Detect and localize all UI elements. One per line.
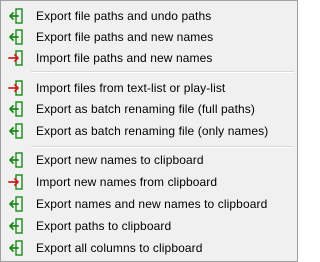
menu-item-label: Export file paths and new names	[36, 30, 214, 44]
menu-item-label: Export file paths and undo paths	[36, 9, 212, 23]
menu-item-label: Export as batch renaming file (full path…	[36, 102, 255, 116]
export-import-context-menu: Export file paths and undo paths Export …	[0, 0, 298, 262]
export-arrow-icon	[9, 29, 23, 45]
export-arrow-icon	[9, 123, 23, 139]
export-arrow-icon	[9, 8, 23, 24]
import-arrow-icon	[8, 174, 23, 190]
menu-item-import-new-names-clipboard[interactable]: Import new names from clipboard	[3, 171, 295, 193]
menu-item-label: Export names and new names to clipboard	[36, 197, 268, 211]
export-arrow-icon	[9, 240, 23, 256]
menu-item-export-all-columns-clipboard[interactable]: Export all columns to clipboard	[3, 237, 295, 259]
menu-item-export-names-and-new-names-clipboard[interactable]: Export names and new names to clipboard	[3, 193, 295, 215]
menu-item-label: Export as batch renaming file (only name…	[36, 124, 269, 138]
menu-item-export-file-paths-new-names[interactable]: Export file paths and new names	[3, 26, 295, 48]
menu-item-export-batch-only-names[interactable]: Export as batch renaming file (only name…	[3, 120, 295, 142]
export-arrow-icon	[9, 101, 23, 117]
menu-item-export-batch-full-paths[interactable]: Export as batch renaming file (full path…	[3, 98, 295, 120]
menu-item-import-files-from-text-list[interactable]: Import files from text-list or play-list	[3, 77, 295, 99]
menu-item-label: Export paths to clipboard	[36, 219, 172, 233]
menu-item-label: Import file paths and new names	[36, 51, 213, 65]
menu-separator	[31, 71, 294, 73]
import-arrow-icon	[8, 50, 23, 66]
menu-item-label: Import new names from clipboard	[36, 175, 218, 189]
menu-separator	[31, 146, 294, 148]
import-arrow-icon	[8, 80, 23, 96]
menu-item-label: Export new names to clipboard	[36, 153, 204, 167]
menu-item-export-file-paths-undo-paths[interactable]: Export file paths and undo paths	[3, 5, 295, 27]
menu-item-label: Import files from text-list or play-list	[36, 81, 226, 95]
export-arrow-icon	[9, 196, 23, 212]
menu-item-export-new-names-clipboard[interactable]: Export new names to clipboard	[3, 149, 295, 171]
export-arrow-icon	[9, 152, 23, 168]
menu-item-label: Export all columns to clipboard	[36, 241, 203, 255]
menu-item-export-paths-clipboard[interactable]: Export paths to clipboard	[3, 215, 295, 237]
menu-item-import-file-paths-new-names[interactable]: Import file paths and new names	[3, 47, 295, 69]
export-arrow-icon	[9, 218, 23, 234]
